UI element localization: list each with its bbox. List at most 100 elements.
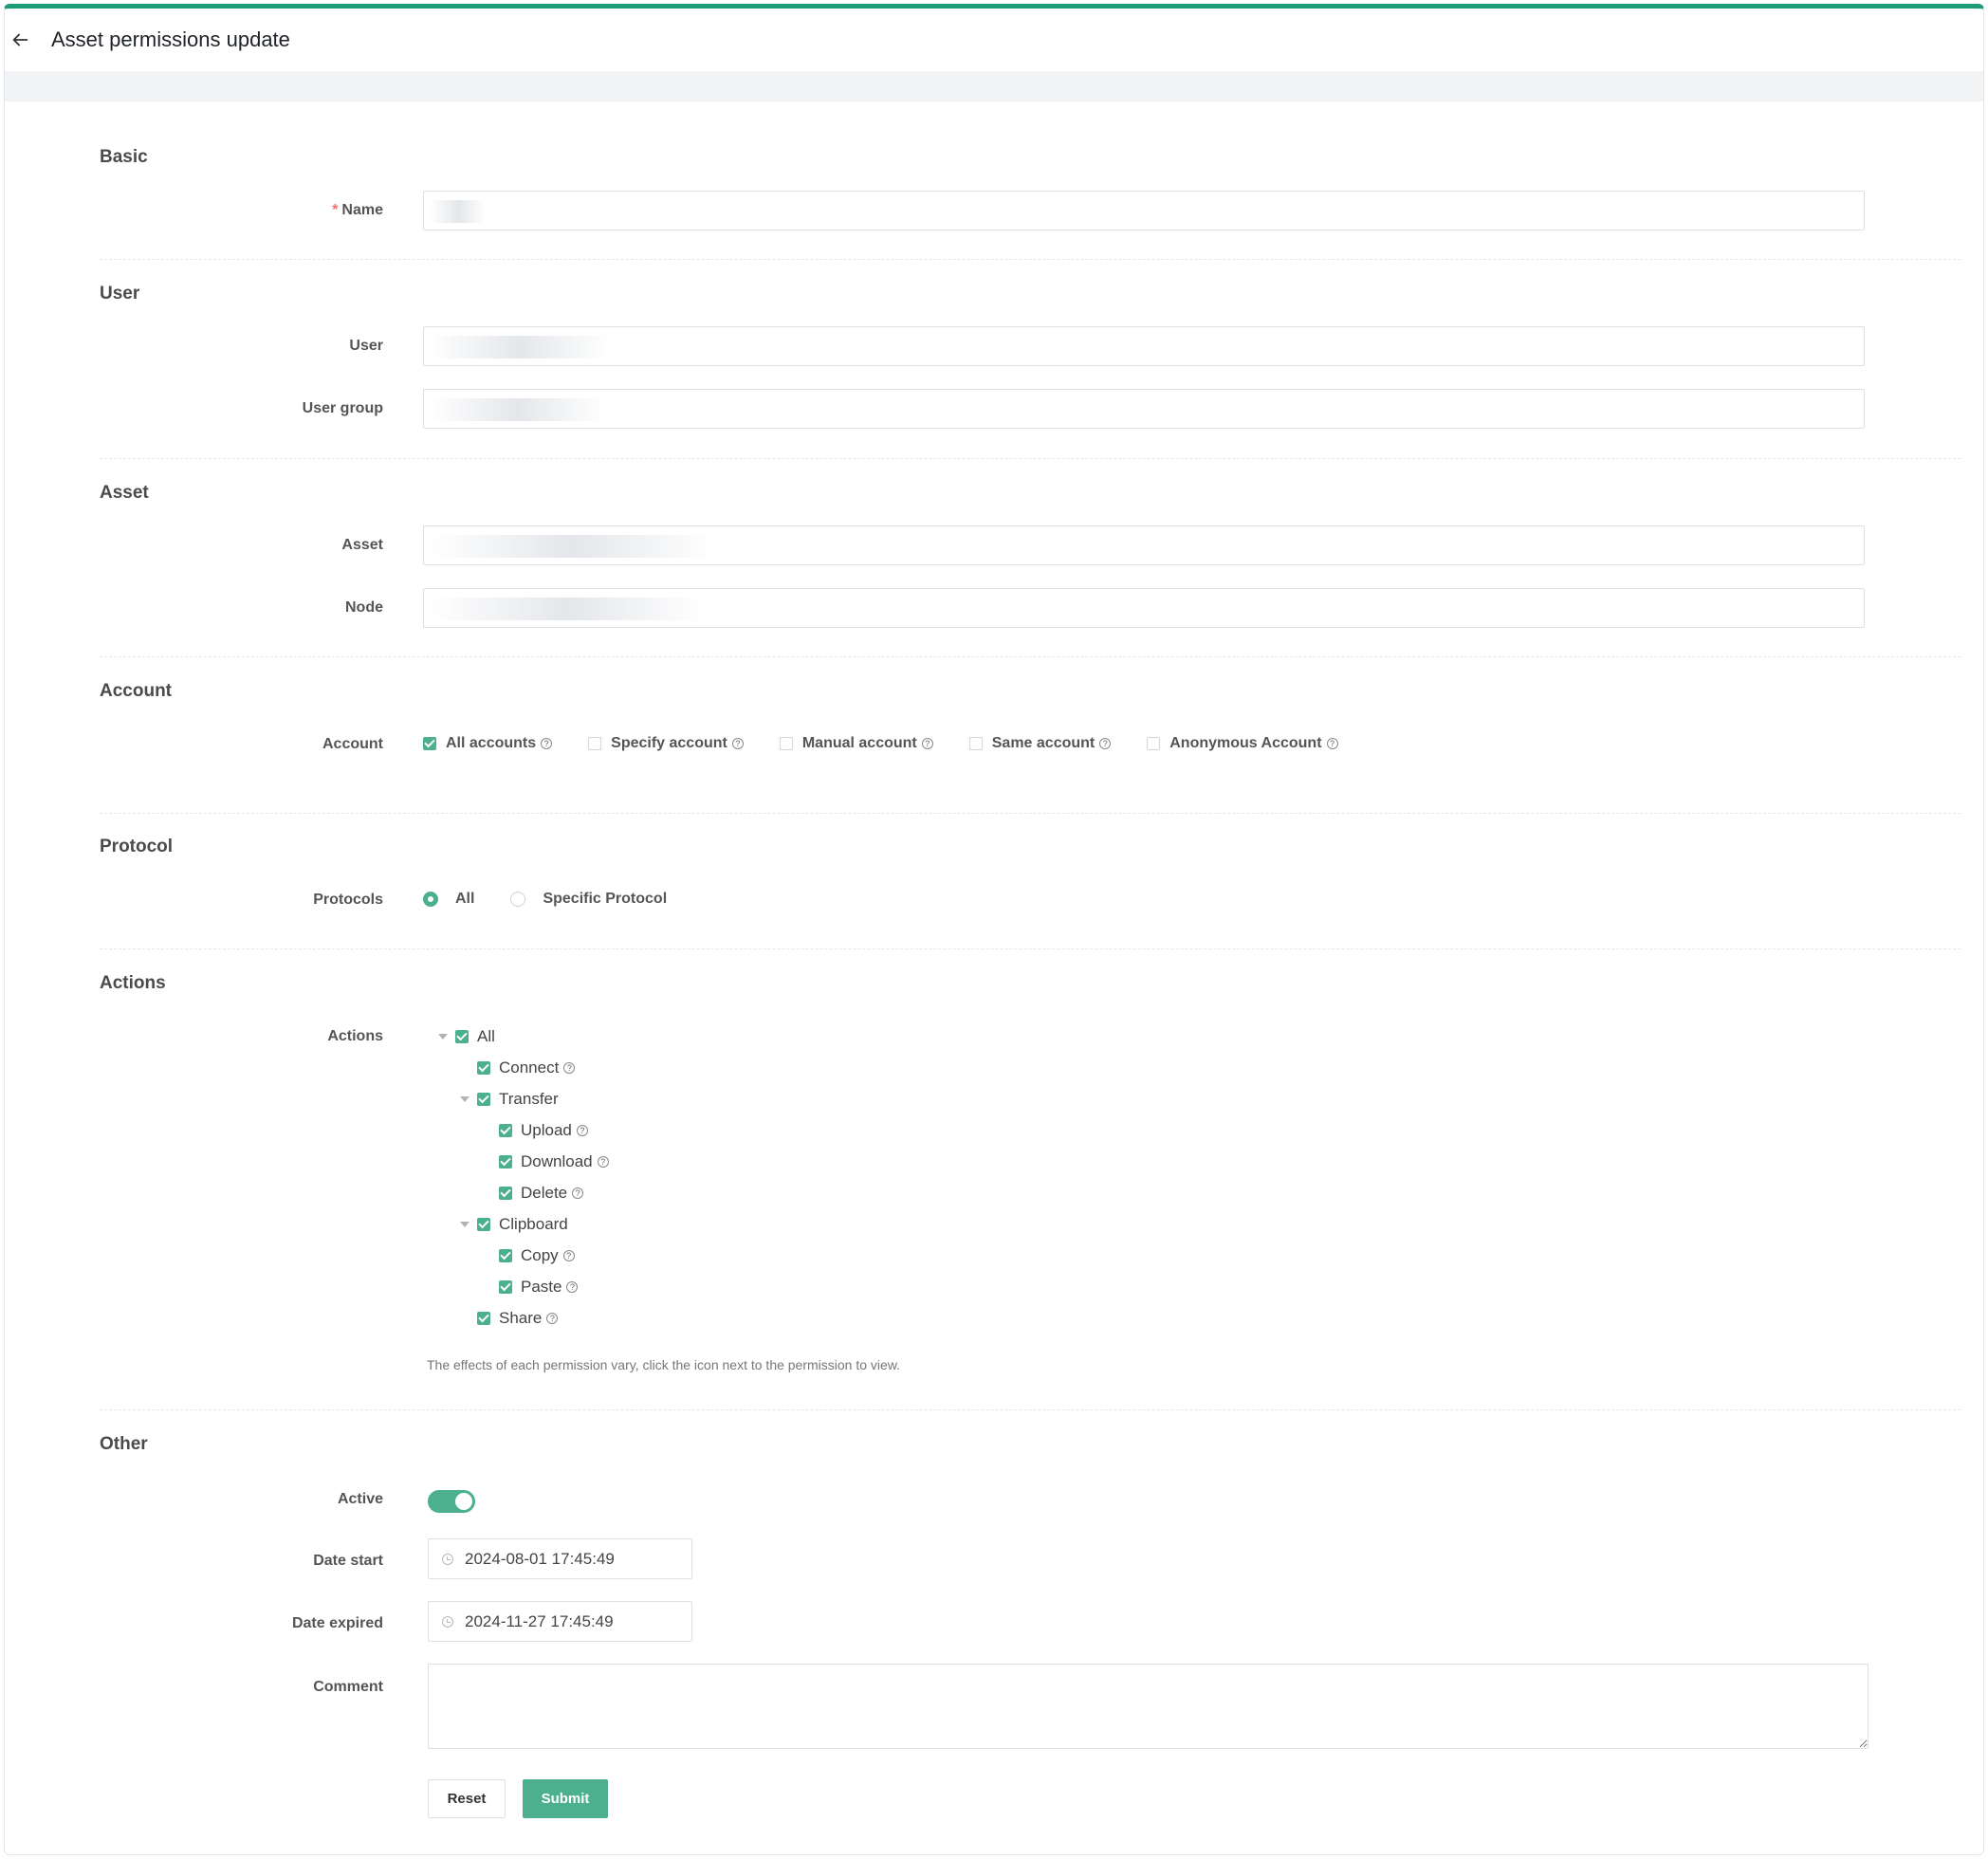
tree-label: Upload xyxy=(521,1121,572,1139)
transfer-checkbox[interactable] xyxy=(477,1093,490,1106)
actions-label: Actions xyxy=(327,1028,383,1044)
help-icon[interactable]: ? xyxy=(1099,738,1112,749)
date-expired-value: 2024-11-27 17:45:49 xyxy=(465,1611,614,1630)
redacted-value xyxy=(430,398,605,421)
same-account-label: Same account xyxy=(991,735,1095,751)
help-icon[interactable]: ? xyxy=(1326,738,1338,749)
download-checkbox[interactable] xyxy=(499,1155,512,1169)
help-icon[interactable]: ? xyxy=(731,738,744,749)
specify-account-checkbox[interactable] xyxy=(588,737,602,750)
tree-node-clipboard[interactable]: Clipboard xyxy=(460,1215,568,1234)
clock-icon xyxy=(442,1615,453,1628)
name-input[interactable] xyxy=(423,191,1865,230)
section-divider xyxy=(100,1409,1960,1410)
tree-node-upload[interactable]: Upload ? xyxy=(499,1121,588,1140)
date-expired-label: Date expired xyxy=(291,1615,383,1631)
same-account-checkbox[interactable] xyxy=(968,737,983,750)
tree-label: Transfer xyxy=(499,1090,559,1108)
section-title-protocol: Protocol xyxy=(100,837,174,856)
name-label: * Name xyxy=(332,202,383,219)
tree-label: Paste xyxy=(521,1278,562,1296)
help-icon[interactable]: ? xyxy=(597,1156,609,1168)
header-spacer-bar xyxy=(5,71,1983,101)
account-label: Account xyxy=(322,736,383,752)
tree-node-all[interactable]: All xyxy=(438,1027,495,1046)
upload-checkbox[interactable] xyxy=(499,1124,512,1137)
redacted-value xyxy=(430,200,487,223)
user-select[interactable] xyxy=(423,326,1865,366)
user-group-label: User group xyxy=(302,400,383,416)
paste-checkbox[interactable] xyxy=(499,1280,512,1294)
active-toggle[interactable] xyxy=(428,1490,475,1513)
date-start-picker[interactable]: 2024-08-01 17:45:49 xyxy=(428,1538,692,1579)
required-mark: * xyxy=(332,202,339,218)
tree-node-copy[interactable]: Copy ? xyxy=(499,1246,575,1265)
asset-select[interactable] xyxy=(423,525,1865,565)
node-select[interactable] xyxy=(423,588,1865,628)
protocol-options: All Specific Protocol xyxy=(423,891,667,908)
help-icon[interactable]: ? xyxy=(541,738,553,749)
section-divider xyxy=(100,458,1960,459)
manual-account-label: Manual account xyxy=(801,735,917,751)
comment-label: Comment xyxy=(313,1679,383,1695)
anonymous-account-checkbox[interactable] xyxy=(1147,737,1161,750)
section-title-other: Other xyxy=(100,1434,148,1454)
copy-checkbox[interactable] xyxy=(499,1249,512,1262)
all-actions-checkbox[interactable] xyxy=(455,1030,469,1043)
anonymous-account-label: Anonymous Account xyxy=(1169,735,1322,751)
page-frame: Asset permissions update Basic * Name Use… xyxy=(4,4,1984,1855)
collapse-caret-icon[interactable] xyxy=(460,1222,469,1227)
actions-hint: The effects of each permission vary, cli… xyxy=(427,1357,901,1372)
tree-label: Share xyxy=(499,1309,543,1327)
help-icon[interactable]: ? xyxy=(562,1250,575,1261)
tree-node-download[interactable]: Download ? xyxy=(499,1152,609,1171)
date-start-label: Date start xyxy=(313,1553,383,1569)
collapse-caret-icon[interactable] xyxy=(438,1034,448,1040)
tree-node-connect[interactable]: Connect ? xyxy=(477,1058,576,1077)
reset-button[interactable]: Reset xyxy=(428,1779,506,1818)
name-label-text: Name xyxy=(341,202,383,218)
section-divider xyxy=(100,948,1960,949)
help-icon[interactable]: ? xyxy=(576,1125,588,1136)
specific-protocol-label: Specific Protocol xyxy=(543,891,668,907)
section-divider xyxy=(100,656,1960,657)
tree-label: Delete xyxy=(521,1184,568,1202)
node-label: Node xyxy=(345,599,383,616)
section-divider xyxy=(100,259,1960,260)
all-protocol-radio[interactable] xyxy=(423,892,438,907)
manual-account-checkbox[interactable] xyxy=(779,737,793,750)
help-icon[interactable]: ? xyxy=(566,1281,579,1293)
delete-checkbox[interactable] xyxy=(499,1187,512,1200)
section-title-user: User xyxy=(100,284,140,304)
section-title-account: Account xyxy=(100,681,172,701)
clock-icon xyxy=(442,1553,453,1565)
page-title: Asset permissions update xyxy=(51,28,290,51)
date-start-value: 2024-08-01 17:45:49 xyxy=(465,1549,615,1568)
help-icon[interactable]: ? xyxy=(546,1313,559,1324)
specify-account-label: Specify account xyxy=(611,735,727,751)
share-checkbox[interactable] xyxy=(477,1312,490,1325)
clipboard-checkbox[interactable] xyxy=(477,1218,490,1231)
active-label: Active xyxy=(337,1491,383,1507)
tree-node-share[interactable]: Share ? xyxy=(477,1309,559,1328)
tree-node-paste[interactable]: Paste ? xyxy=(499,1278,579,1297)
help-icon[interactable]: ? xyxy=(572,1187,584,1199)
tree-node-delete[interactable]: Delete ? xyxy=(499,1184,584,1203)
connect-checkbox[interactable] xyxy=(477,1061,490,1075)
section-title-basic: Basic xyxy=(100,147,148,167)
date-expired-picker[interactable]: 2024-11-27 17:45:49 xyxy=(428,1601,692,1642)
back-arrow-icon[interactable] xyxy=(9,29,30,50)
tree-label: All xyxy=(477,1027,495,1045)
tree-node-transfer[interactable]: Transfer xyxy=(460,1090,559,1109)
specific-protocol-radio[interactable] xyxy=(510,892,526,907)
all-accounts-checkbox[interactable] xyxy=(423,737,436,750)
all-protocol-label: All xyxy=(455,891,475,907)
protocols-label: Protocols xyxy=(313,892,383,908)
comment-textarea[interactable] xyxy=(428,1664,1868,1749)
user-group-select[interactable] xyxy=(423,389,1865,429)
collapse-caret-icon[interactable] xyxy=(460,1096,469,1102)
help-icon[interactable]: ? xyxy=(563,1062,576,1074)
help-icon[interactable]: ? xyxy=(921,738,933,749)
submit-button[interactable]: Submit xyxy=(523,1779,608,1818)
all-accounts-label: All accounts xyxy=(446,735,537,751)
